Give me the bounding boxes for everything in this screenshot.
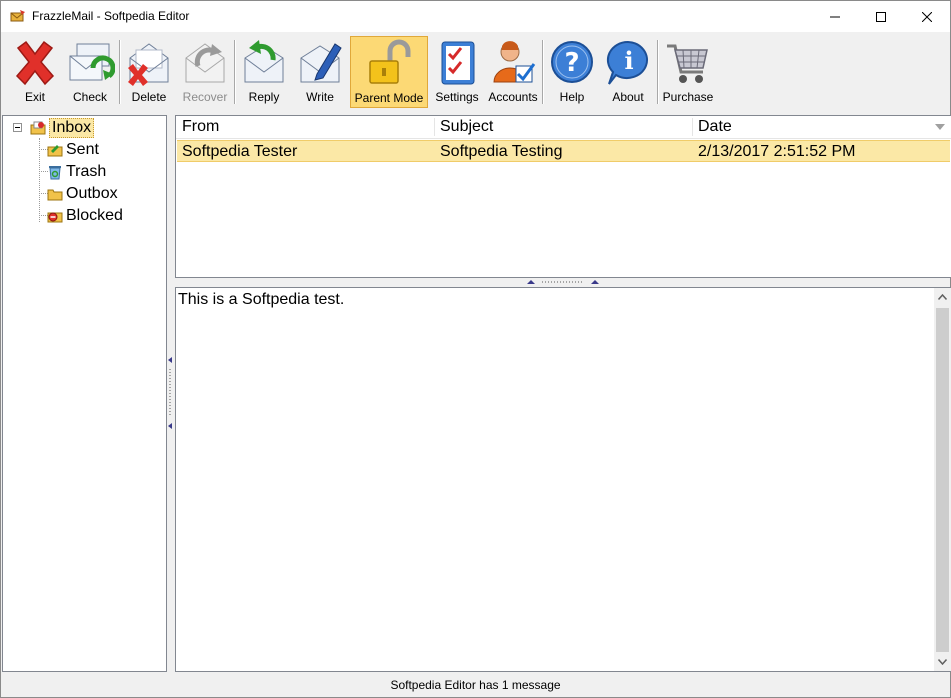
close-icon [922,11,932,22]
svg-text:i: i [624,46,633,75]
app-icon [10,10,25,22]
message-preview[interactable]: This is a Softpedia test. [175,287,951,672]
settings-button[interactable]: Settings [432,36,482,106]
folder-outbox[interactable]: Outbox [47,184,118,204]
folder-trash[interactable]: Trash [47,162,106,182]
folder-inbox[interactable]: Inbox [30,118,95,138]
column-header-subject[interactable]: Subject [434,116,692,138]
status-bar: Softpedia Editor has 1 message [1,673,950,697]
minimize-icon [830,16,840,17]
write-mail-icon [300,43,342,83]
preview-scrollbar[interactable] [934,288,951,671]
blocked-folder-icon [47,212,63,223]
column-header-date[interactable]: Date [692,116,951,138]
reply-button[interactable]: Reply [238,36,290,106]
folder-blocked[interactable]: Blocked [47,206,123,226]
chevron-up-icon [938,294,947,300]
app-window: FrazzleMail - Softpedia Editor Exit Chec… [0,0,951,698]
scroll-up-button[interactable] [934,288,951,306]
reply-mail-icon [244,40,284,83]
horizontal-splitter-handle[interactable] [526,277,602,285]
toolbar-separator [542,40,544,104]
inbox-folder-icon [30,121,46,135]
message-subject: Softpedia Testing [440,143,563,160]
help-button[interactable]: ? Help [546,36,598,106]
maximize-icon [876,11,886,22]
padlock-icon [369,39,411,84]
vertical-splitter-handle[interactable] [167,357,173,431]
close-button[interactable] [904,1,950,32]
chevron-down-icon [938,659,947,665]
tree-line [39,138,40,222]
window-title: FrazzleMail - Softpedia Editor [32,9,190,23]
sent-folder-icon [47,145,63,157]
toolbar-separator [657,40,659,104]
sort-descending-icon [935,124,945,130]
message-list: From Subject Date Softpedia Tester Softp… [175,115,951,278]
message-body: This is a Softpedia test. [178,291,345,308]
shopping-cart-icon [667,44,708,83]
message-row[interactable]: Softpedia Tester Softpedia Testing 2/13/… [177,140,950,162]
tree-collapse-toggle[interactable] [13,123,22,132]
write-button[interactable]: Write [294,36,346,106]
message-from: Softpedia Tester [182,143,298,160]
toolbar-separator [234,40,236,104]
accounts-button[interactable]: Accounts [486,36,540,106]
purchase-button[interactable]: Purchase [661,36,715,106]
status-text: Softpedia Editor has 1 message [390,678,561,692]
accounts-user-icon [493,41,536,83]
delete-button[interactable]: Delete [123,36,175,106]
maximize-button[interactable] [858,1,904,32]
message-list-header: From Subject Date [176,116,951,139]
check-mail-icon [69,43,115,81]
toolbar: Exit Check Delete Recover Reply Write Pa… [1,32,950,111]
outbox-folder-icon [47,189,63,201]
message-date: 2/13/2017 2:51:52 PM [698,143,856,160]
about-info-icon: i [606,40,648,85]
scroll-thumb[interactable] [936,308,949,652]
check-mail-button[interactable]: Check [63,36,117,106]
about-button[interactable]: i About [602,36,654,106]
parent-mode-button[interactable]: Parent Mode [350,36,428,108]
toolbar-separator [119,40,121,104]
svg-text:?: ? [564,48,579,78]
column-header-from[interactable]: From [176,116,434,138]
settings-checklist-icon [441,41,475,85]
title-bar: FrazzleMail - Softpedia Editor [1,1,950,32]
recover-button[interactable]: Recover [179,36,231,106]
exit-x-icon [15,40,55,86]
exit-button[interactable]: Exit [9,36,61,106]
minimize-button[interactable] [812,1,858,32]
trash-bin-icon [49,166,61,180]
folder-tree: Inbox Sent Trash Outbox Blocked [2,115,167,672]
help-question-icon: ? [551,41,593,83]
delete-mail-icon [128,43,169,86]
folder-sent[interactable]: Sent [47,140,99,160]
recover-icon [185,43,225,83]
scroll-down-button[interactable] [934,653,951,671]
